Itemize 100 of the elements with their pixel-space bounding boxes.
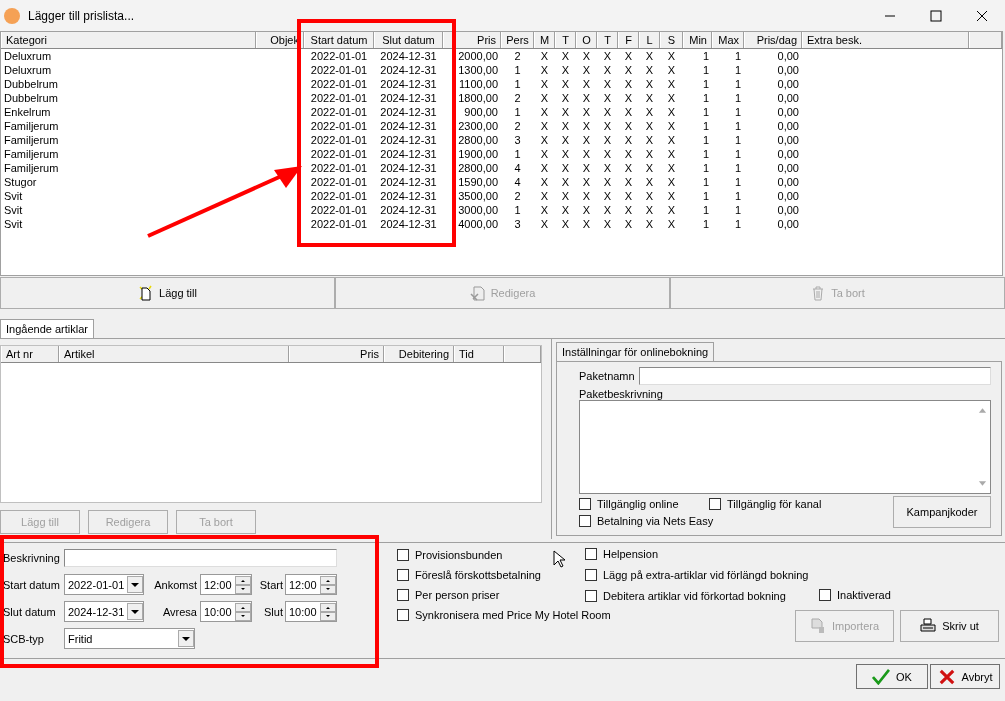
checkbox-label: Betalning via Nets Easy: [597, 514, 714, 527]
table-cell: X: [645, 204, 654, 216]
column-header[interactable]: Kategori: [1, 32, 256, 48]
spin-buttons[interactable]: [235, 575, 251, 594]
table-cell: X: [624, 162, 633, 174]
date-dropdown[interactable]: 2022-01-01: [64, 574, 144, 595]
table-cell: X: [603, 50, 612, 62]
column-header[interactable]: Objek: [256, 32, 304, 48]
table-cell: X: [540, 148, 549, 160]
tab[interactable]: Inställningar för onlinebokning: [556, 342, 715, 361]
table-cell: 900,00: [464, 106, 498, 118]
table-cell: 2024-12-31: [380, 78, 437, 90]
column-header[interactable]: Start datum: [304, 32, 374, 48]
time-field[interactable]: 10:00: [285, 601, 337, 622]
date-dropdown[interactable]: 2024-12-31: [64, 601, 144, 622]
toolbar-button[interactable]: Lägg till: [0, 277, 335, 309]
table-cell: X: [603, 148, 612, 160]
cross-icon: [937, 668, 956, 685]
printer-icon: [920, 618, 937, 634]
table-cell: 2800,00: [458, 162, 498, 174]
column-header[interactable]: Pris: [443, 32, 501, 48]
checkbox[interactable]: [585, 590, 597, 602]
column-header[interactable]: Pris/dag: [744, 32, 802, 48]
column-header[interactable]: Art nr: [1, 346, 59, 362]
table-cell: X: [540, 162, 549, 174]
checkbox[interactable]: [709, 497, 721, 510]
input-field[interactable]: [638, 367, 991, 385]
input-field[interactable]: [64, 548, 337, 567]
campaign-codes-button[interactable]: Kampanjkoder: [893, 496, 991, 528]
spin-buttons[interactable]: [320, 575, 336, 594]
tab[interactable]: Ingående artiklar: [0, 319, 94, 338]
table-cell: 0,00: [777, 218, 799, 230]
column-header[interactable]: Extra besk.: [802, 32, 969, 48]
checkbox[interactable]: [585, 548, 597, 560]
table-cell: 1: [702, 64, 709, 76]
checkbox[interactable]: [579, 514, 591, 527]
column-header[interactable]: O: [576, 32, 597, 48]
table-cell: 2022-01-01: [310, 176, 368, 188]
spin-buttons[interactable]: [320, 602, 336, 621]
table-cell: 2024-12-31: [380, 50, 437, 62]
table-cell: X: [582, 176, 591, 188]
column-header[interactable]: Artikel: [59, 346, 289, 362]
table-cell: X: [603, 134, 612, 146]
table-cell: 1100,00: [459, 78, 498, 90]
column-header[interactable]: L: [639, 32, 660, 48]
table-cell: X: [603, 106, 612, 118]
checkbox[interactable]: [819, 589, 831, 601]
table-cell: X: [645, 162, 654, 174]
spin-buttons[interactable]: [235, 602, 251, 621]
checkbox[interactable]: [397, 609, 409, 621]
table-cell: Familjerum: [4, 134, 59, 146]
type-dropdown[interactable]: Fritid: [64, 628, 195, 649]
checkbox[interactable]: [585, 569, 597, 581]
table-cell: X: [582, 78, 591, 90]
table-cell: 0,00: [777, 78, 799, 90]
dropdown-button[interactable]: [178, 630, 194, 647]
dialog-button[interactable]: OK: [856, 664, 928, 689]
dropdown-button[interactable]: [127, 603, 143, 620]
table-cell: 4: [514, 162, 521, 174]
table-cell: 1: [702, 218, 709, 230]
table-cell: X: [645, 92, 654, 104]
column-header[interactable]: Min: [683, 32, 712, 48]
column-header[interactable]: Pris: [289, 346, 384, 362]
column-header[interactable]: [969, 32, 1002, 48]
table-cell: X: [540, 134, 549, 146]
field-label: Start datum: [3, 578, 61, 591]
column-header[interactable]: S: [660, 32, 683, 48]
table-cell: 2022-01-01: [310, 64, 368, 76]
table-cell: 2024-12-31: [380, 190, 437, 202]
dialog-button[interactable]: Avbryt: [930, 664, 1000, 689]
checkbox[interactable]: [579, 497, 591, 510]
checkbox[interactable]: [397, 549, 409, 561]
column-header[interactable]: Debitering: [384, 346, 454, 362]
column-header[interactable]: F: [618, 32, 639, 48]
time-field[interactable]: 12:00: [200, 574, 252, 595]
time-field[interactable]: 12:00: [285, 574, 337, 595]
checkbox[interactable]: [397, 589, 409, 601]
table-cell: X: [624, 106, 633, 118]
table-cell: Svit: [4, 218, 23, 230]
time-field[interactable]: 10:00: [200, 601, 252, 622]
column-header[interactable]: Tid: [454, 346, 504, 362]
table-cell: X: [561, 204, 570, 216]
checkbox[interactable]: [397, 569, 409, 581]
table-cell: 1: [514, 106, 521, 118]
table-cell: 2: [514, 92, 521, 104]
column-header[interactable]: Pers: [501, 32, 534, 48]
checkbox-label: Inaktiverad: [837, 589, 891, 601]
action-button[interactable]: Skriv ut: [900, 610, 999, 642]
column-header[interactable]: Max: [712, 32, 744, 48]
table-cell: X: [561, 64, 570, 76]
column-header[interactable]: M: [534, 32, 555, 48]
table-cell: 2000,00: [458, 50, 498, 62]
column-header[interactable]: T: [597, 32, 618, 48]
dropdown-button[interactable]: [127, 576, 143, 593]
column-header[interactable]: [504, 346, 541, 362]
checkbox-label: Synkronisera med Price My Hotel Room: [415, 609, 611, 621]
column-header[interactable]: Slut datum: [374, 32, 443, 48]
table-cell: X: [624, 176, 633, 188]
column-header[interactable]: T: [555, 32, 576, 48]
table-cell: 1: [734, 78, 741, 90]
